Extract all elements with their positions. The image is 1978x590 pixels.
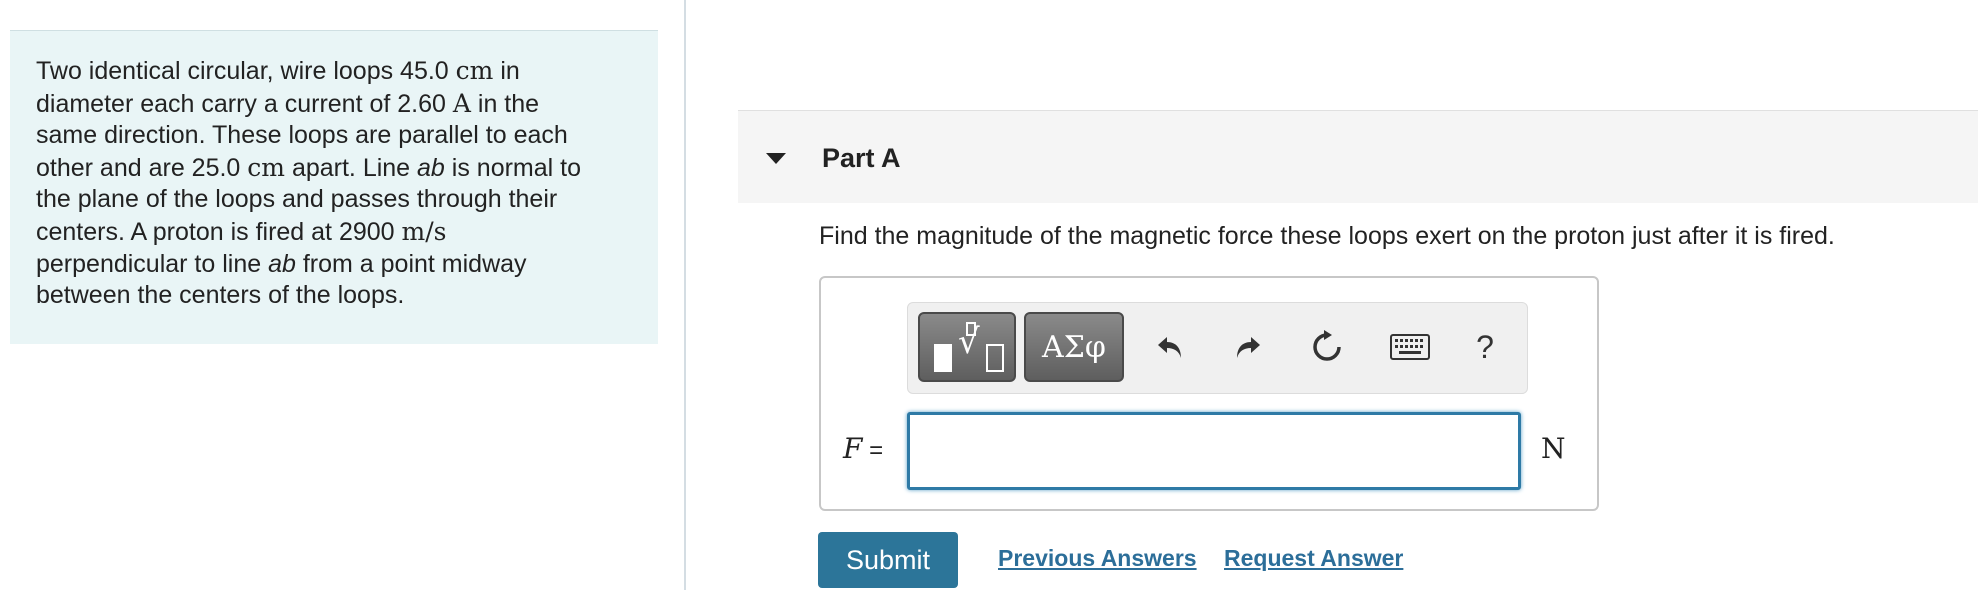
unit-symbol: cm [455,56,494,85]
answer-box: √ ΑΣφ ? F = N [819,276,1599,511]
previous-answers-link[interactable]: Previous Answers [998,545,1197,572]
keyboard-icon [1390,334,1430,360]
problem-text-segment: from a point midway [295,249,527,278]
problem-text-segment: diameter each carry a current of 2.60 [36,89,453,118]
line-name: ab [268,249,296,278]
problem-line: centers. A proton is fired at 2900 m/s [36,216,632,249]
collapse-caret-icon[interactable] [766,153,786,164]
column-divider [684,0,686,590]
redo-icon [1237,337,1260,358]
question-text: Find the magnitude of the magnetic force… [819,222,1835,250]
unit-label: N [1541,432,1566,465]
problem-line: the plane of the loops and passes throug… [36,184,632,216]
problem-line: same direction. These loops are parallel… [36,120,632,152]
problem-text-segment: Two identical circular, wire loops 45.0 [36,57,456,85]
undo-icon [1158,337,1181,358]
variable-name: F [843,432,863,465]
problem-line: diameter each carry a current of 2.60 A … [36,88,632,121]
unit-symbol: A [452,88,471,118]
problem-text-segment: between the centers of the loops. [36,281,405,310]
help-button[interactable]: ? [1463,323,1507,371]
greek-symbols-button[interactable]: ΑΣφ [1024,312,1124,382]
part-title: Part A [822,143,901,173]
problem-text-segment: centers. A proton is fired at 2900 [36,217,402,246]
submit-button[interactable]: Submit [818,532,958,588]
answer-variable-label: F = [843,432,883,465]
problem-statement-panel: Two identical circular, wire loops 45.0 … [10,30,658,344]
problem-text-segment: same direction. These loops are parallel… [36,121,568,150]
problem-text-segment: the plane of the loops and passes throug… [36,185,558,214]
problem-statement: Two identical circular, wire loops 45.0 … [36,55,632,312]
problem-text-segment: other and are 25.0 [36,153,248,182]
part-a-header[interactable]: Part A [738,110,1978,203]
problem-text-segment: perpendicular to line [36,249,269,278]
request-answer-link[interactable]: Request Answer [1224,545,1403,572]
math-toolbar: √ ΑΣφ ? [907,302,1528,394]
problem-line: between the centers of the loops. [36,280,632,312]
problem-text-segment: in [493,57,520,85]
templates-button[interactable]: √ [918,312,1016,382]
line-name: ab [417,153,445,182]
unit-symbol: m/s [401,216,447,246]
reset-button[interactable] [1305,323,1349,371]
equals-sign: = [862,437,884,464]
problem-line: perpendicular to line ab from a point mi… [36,249,632,281]
keyboard-button[interactable] [1382,323,1438,371]
problem-text-segment: in the [470,89,540,118]
reset-icon [1313,330,1341,361]
problem-line: Two identical circular, wire loops 45.0 … [36,55,632,88]
problem-text-segment: apart. Line [285,153,418,182]
unit-symbol: cm [247,152,285,182]
answer-input[interactable] [907,412,1521,490]
problem-line: other and are 25.0 cm apart. Line ab is … [36,152,632,185]
redo-button[interactable] [1226,323,1270,371]
problem-text-segment: is normal to [444,153,582,182]
undo-button[interactable] [1148,323,1192,371]
